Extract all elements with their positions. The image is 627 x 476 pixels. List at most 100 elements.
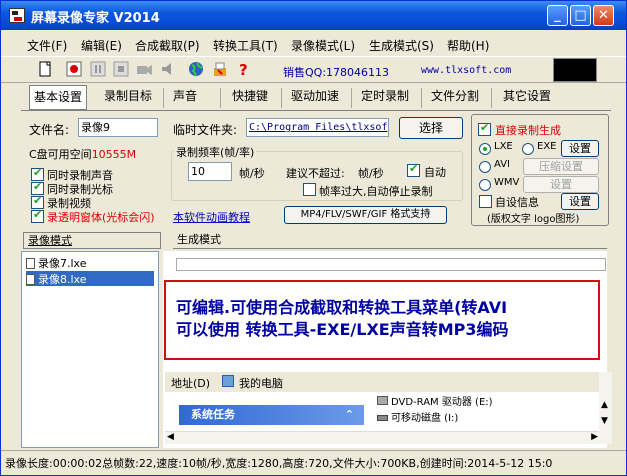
explorer-view: 系统任务 ⌃ DVD-RAM 驱动器 (E:) 可移动磁盘 (I:) bbox=[165, 392, 600, 431]
globe-icon[interactable] bbox=[187, 60, 205, 78]
tab-sound[interactable]: 声音 bbox=[167, 85, 203, 110]
menu-record-mode[interactable]: 录像模式(L) bbox=[291, 37, 355, 54]
info-box: 可编辑.可使用合成截取和转换工具菜单(转AVI 可以使用 转换工具-EXE/LX… bbox=[164, 280, 600, 360]
collapse-icon: ⌃ bbox=[344, 408, 354, 421]
status-text: 录像长度:00:00:02总帧数:22,速度:10帧/秒,宽度:1280,高度:… bbox=[5, 457, 553, 470]
drive-icon bbox=[377, 415, 388, 421]
tab-driver-accel[interactable]: 驱动加速 bbox=[285, 85, 345, 110]
compress-settings-button[interactable]: 压缩设置 bbox=[523, 158, 599, 175]
temp-folder-label: 临时文件夹: bbox=[173, 123, 238, 137]
close-button[interactable]: ✕ bbox=[593, 5, 614, 26]
horizontal-scrollbar[interactable]: ◀ ▶ bbox=[165, 431, 600, 444]
computer-icon bbox=[222, 375, 234, 387]
custom-info-checkbox[interactable] bbox=[479, 195, 492, 208]
stop-icon[interactable] bbox=[112, 60, 130, 78]
sales-qq: 销售QQ:178046113 bbox=[283, 66, 390, 79]
window-title: 屏幕录像专家 V2014 bbox=[31, 11, 160, 26]
minimize-button[interactable]: _ bbox=[547, 5, 568, 26]
scroll-left-icon[interactable]: ◀ bbox=[167, 432, 174, 442]
camera-icon[interactable] bbox=[135, 60, 153, 78]
auto-stop-checkbox[interactable] bbox=[303, 183, 316, 196]
info-line-2: 可以使用 转换工具-EXE/LXE声音转MP3编码 bbox=[176, 320, 509, 339]
temp-folder-input[interactable]: C:\Program Files\tlxsof bbox=[246, 118, 389, 137]
speaker-icon[interactable] bbox=[159, 60, 177, 78]
menu-file[interactable]: 文件(F) bbox=[27, 37, 67, 54]
address-value[interactable]: 我的电脑 bbox=[239, 375, 283, 391]
preview-box bbox=[553, 58, 597, 82]
fps-input[interactable]: 10 bbox=[188, 162, 232, 181]
tools-icon[interactable] bbox=[211, 60, 229, 78]
wmv-label: WMV bbox=[494, 177, 520, 188]
title-bar[interactable]: 屏幕录像专家 V2014 _ □ ✕ bbox=[1, 1, 626, 30]
auto-stop-label: 帧率过大,自动停止录制 bbox=[319, 185, 433, 198]
drive-dvd[interactable]: DVD-RAM 驱动器 (E:) bbox=[377, 393, 493, 408]
tab-timed-record[interactable]: 定时录制 bbox=[355, 85, 415, 110]
wmv-radio[interactable] bbox=[479, 179, 491, 191]
menu-compose[interactable]: 合成截取(P) bbox=[135, 37, 200, 54]
address-bar: 地址(D) 我的电脑 bbox=[165, 372, 600, 392]
custom-info-settings-button[interactable]: 设置 bbox=[561, 193, 599, 210]
file-icon bbox=[26, 258, 35, 269]
recording-list: 录像7.lxe 录像8.lxe bbox=[21, 251, 159, 448]
address-label: 地址(D) bbox=[171, 377, 211, 390]
tab-basic-settings[interactable]: 基本设置 bbox=[29, 85, 87, 110]
auto-checkbox[interactable] bbox=[407, 162, 420, 177]
tab-file-split[interactable]: 文件分割 bbox=[425, 85, 485, 110]
drive-icon bbox=[377, 396, 388, 405]
menu-bar: 文件(F) 编辑(E) 合成截取(P) 转换工具(T) 录像模式(L) 生成模式… bbox=[1, 34, 626, 54]
menu-help[interactable]: 帮助(H) bbox=[447, 37, 489, 54]
disk-space-value: 10555M bbox=[91, 148, 137, 161]
exe-radio[interactable] bbox=[522, 143, 534, 155]
browse-button[interactable]: 选择 bbox=[399, 117, 463, 139]
scroll-up-icon[interactable]: ▲ bbox=[601, 400, 608, 410]
status-bar: 录像长度:00:00:02总帧数:22,速度:10帧/秒,宽度:1280,高度:… bbox=[1, 450, 626, 474]
direct-generate-checkbox[interactable] bbox=[478, 121, 491, 136]
list-item[interactable]: 录像7.lxe bbox=[26, 255, 87, 270]
tab-other-settings[interactable]: 其它设置 bbox=[495, 85, 559, 110]
record-icon[interactable] bbox=[65, 60, 83, 78]
avi-radio[interactable] bbox=[479, 161, 491, 173]
record-frequency-label: 录制频率(帧/率) bbox=[174, 144, 257, 160]
custom-info-label: 自设信息 bbox=[495, 196, 539, 209]
lxe-radio[interactable] bbox=[479, 143, 491, 155]
progress-track[interactable] bbox=[176, 258, 606, 271]
menu-generate-mode[interactable]: 生成模式(S) bbox=[369, 37, 434, 54]
record-transparent-checkbox[interactable] bbox=[31, 208, 44, 223]
filename-input[interactable]: 录像9 bbox=[78, 118, 158, 137]
info-line-1: 可编辑.可使用合成截取和转换工具菜单(转AVI bbox=[176, 298, 508, 317]
website-link[interactable]: www.tlxsoft.com bbox=[421, 65, 511, 76]
menu-edit[interactable]: 编辑(E) bbox=[81, 37, 122, 54]
drive-removable[interactable]: 可移动磁盘 (I:) bbox=[377, 409, 458, 424]
tab-hotkeys[interactable]: 快捷键 bbox=[225, 85, 275, 110]
copyright-note: (版权文字 logo图形) bbox=[487, 214, 580, 225]
app-icon bbox=[9, 8, 25, 23]
tab-record-target[interactable]: 录制目标 bbox=[97, 85, 159, 110]
vertical-scrollbar[interactable]: ▲ ▼ bbox=[599, 372, 612, 444]
help-icon[interactable]: ? bbox=[235, 60, 253, 79]
pause-icon[interactable] bbox=[89, 60, 107, 78]
scroll-down-icon[interactable]: ▼ bbox=[601, 416, 608, 426]
tab-generate-mode[interactable]: 生成模式 bbox=[173, 232, 607, 249]
wmv-settings-button[interactable]: 设置 bbox=[523, 176, 599, 193]
maximize-button[interactable]: □ bbox=[570, 5, 591, 26]
tab-record-mode[interactable]: 录像模式 bbox=[23, 232, 161, 249]
avi-label: AVI bbox=[494, 159, 510, 170]
lxe-label: LXE bbox=[494, 141, 513, 152]
tutorial-link[interactable]: 本软件动画教程 bbox=[173, 209, 250, 225]
new-file-icon[interactable] bbox=[36, 60, 54, 78]
toolbar: ? 销售QQ:178046113 www.tlxsoft.com bbox=[1, 56, 626, 83]
fps-unit: 帧/秒 bbox=[239, 167, 265, 180]
lxe-settings-button[interactable]: 设置 bbox=[561, 140, 599, 157]
scroll-right-icon[interactable]: ▶ bbox=[591, 432, 598, 442]
system-tasks-header[interactable]: 系统任务 ⌃ bbox=[179, 405, 364, 425]
auto-label: 自动 bbox=[424, 166, 446, 179]
suggest-unit: 帧/秒 bbox=[358, 167, 384, 180]
format-support-button[interactable]: MP4/FLV/SWF/GIF 格式支持 bbox=[284, 206, 447, 224]
file-icon bbox=[26, 274, 35, 285]
app-window: 屏幕录像专家 V2014 _ □ ✕ 文件(F) 编辑(E) 合成截取(P) 转… bbox=[0, 0, 627, 476]
menu-convert[interactable]: 转换工具(T) bbox=[213, 37, 278, 54]
list-item-selected[interactable]: 录像8.lxe bbox=[26, 271, 154, 286]
exe-label: EXE bbox=[537, 141, 557, 152]
svg-text:?: ? bbox=[239, 61, 248, 78]
direct-generate-label: 直接录制生成 bbox=[495, 124, 561, 137]
